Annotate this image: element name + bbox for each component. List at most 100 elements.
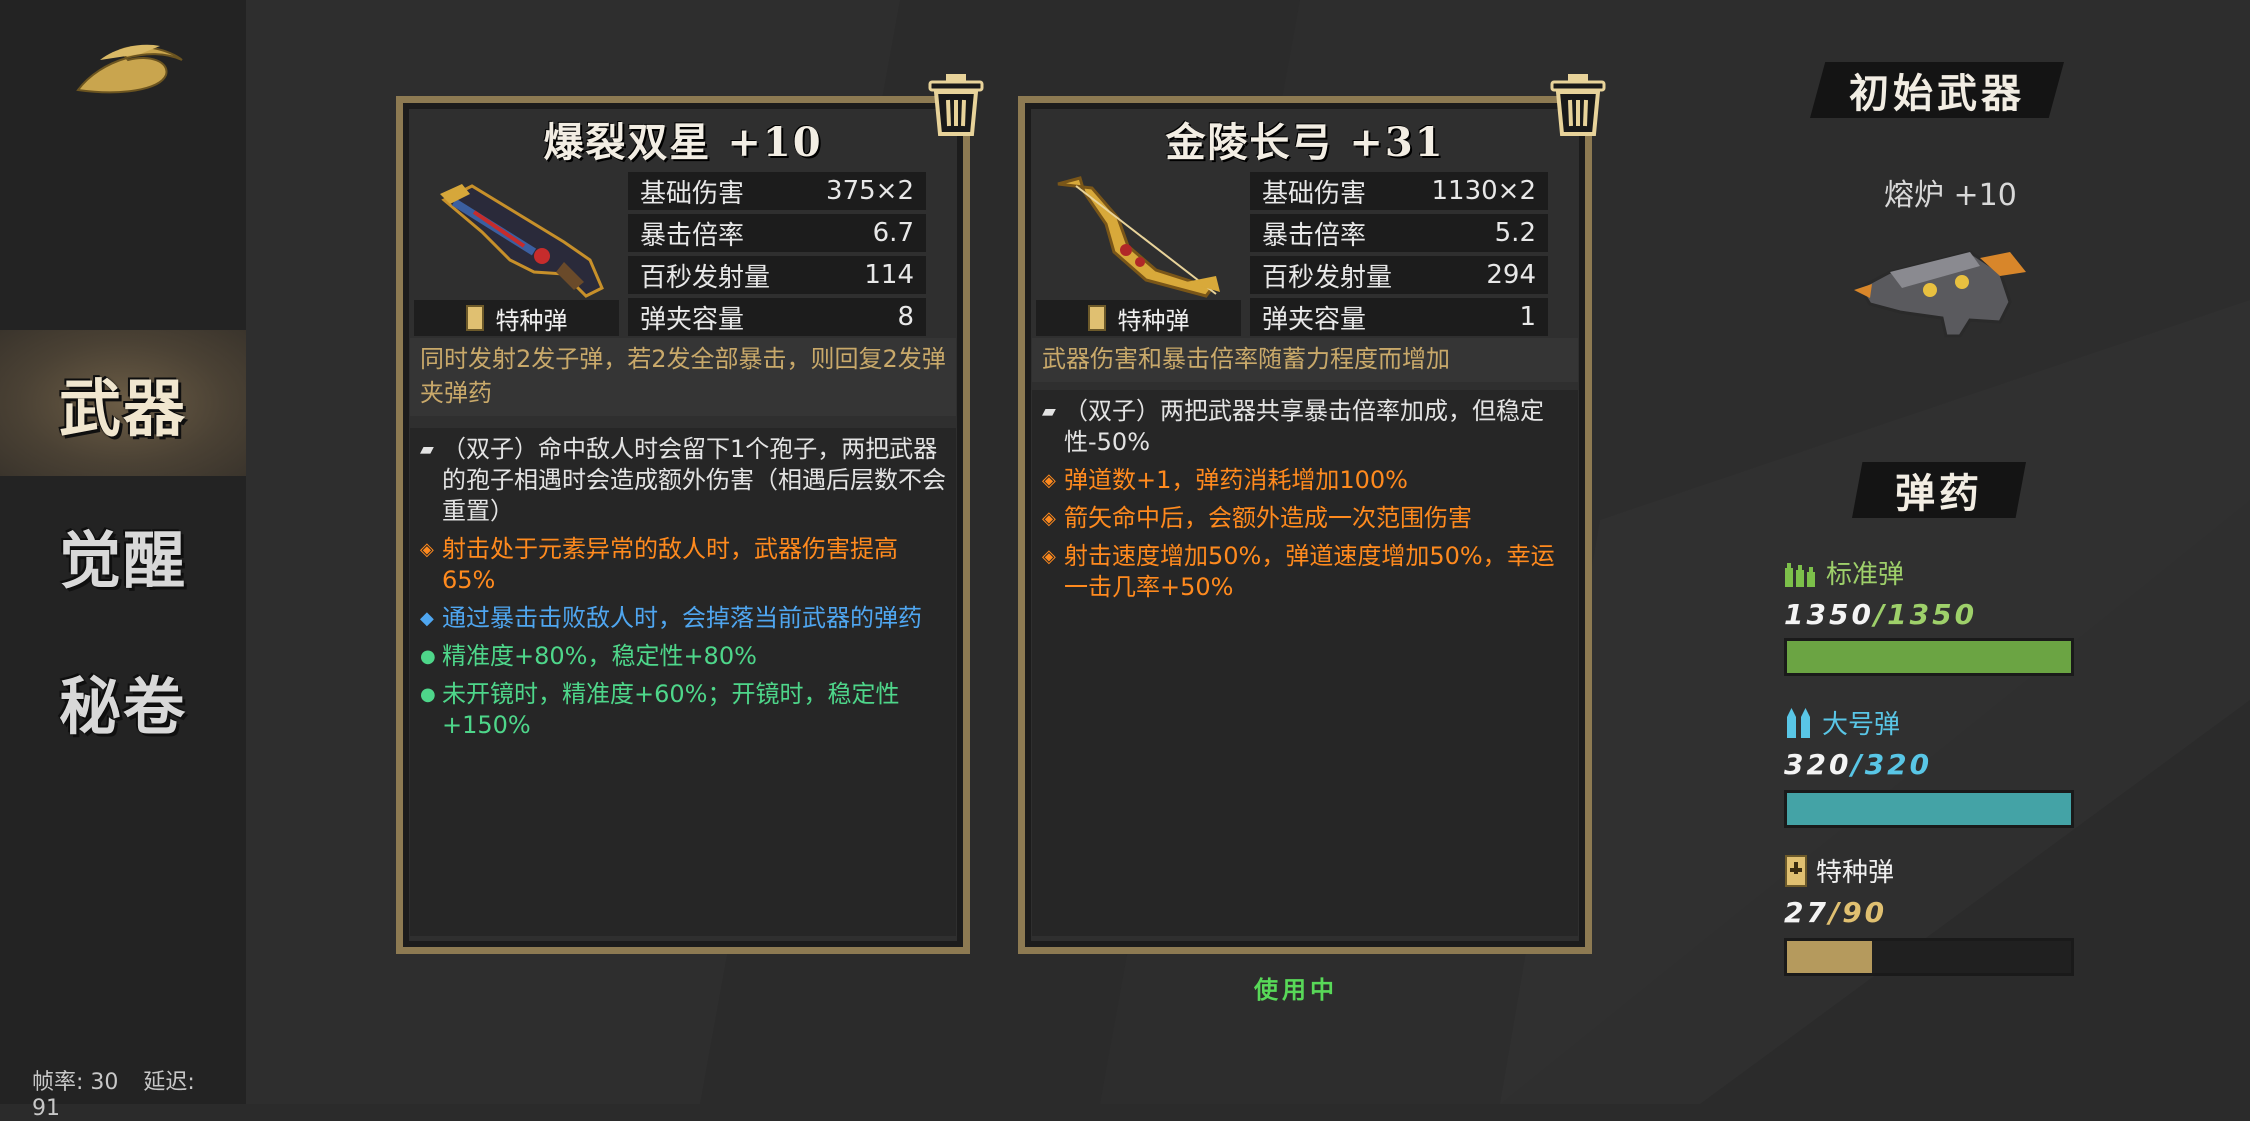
perk-item: ◈ 射击处于元素异常的敌人时，武器伤害提高65%: [420, 534, 946, 596]
special-ammo-icon: [1785, 854, 1807, 887]
stat-row: 基础伤害 1130×2: [1250, 172, 1548, 210]
ammo-label: 特种弹: [1816, 858, 1895, 888]
perk-item: ▰ （双子）两把武器共享暴击倍率加成，但稳定性-50%: [1042, 396, 1568, 458]
stat-value: 5.2: [1494, 218, 1536, 248]
perf-status: 帧率: 30 延迟: 91: [32, 1064, 246, 1121]
stat-row: 弹夹容量 8: [628, 298, 926, 336]
stat-row: 暴击倍率 5.2: [1250, 214, 1548, 252]
ammo-item-special: 特种弹: [1784, 852, 1894, 889]
ammo-bar-fill: [1787, 941, 1873, 973]
weapon-card-2[interactable]: 金陵长弓 +31 特种弹 基础伤害 1130×2 暴击倍率 5.2 百秒发射量 294…: [1018, 74, 1606, 954]
perk-text: 弹道数+1，弹药消耗增加100%: [1064, 466, 1408, 494]
perk-text: 通过暴击击败敌人时，会掉落当前武器的弹药: [442, 604, 922, 632]
golden-bow-icon: [1057, 176, 1220, 298]
stat-value: 114: [864, 260, 914, 290]
stat-row: 百秒发射量 294: [1250, 256, 1548, 294]
perk-list: ▰ （双子）两把武器共享暴击倍率加成，但稳定性-50% ◈ 弹道数+1，弹药消耗增加…: [1032, 390, 1578, 936]
nav-tab-awaken[interactable]: 觉醒: [0, 482, 246, 628]
perk-text: 未开镜时，精准度+60%；开镜时，稳定性+150%: [442, 680, 900, 739]
special-ammo-icon: [1087, 305, 1106, 331]
stat-row: 基础伤害 375×2: [628, 172, 926, 210]
special-ammo-icon: [465, 305, 484, 331]
ammo-max: 1350: [1887, 598, 1978, 631]
weapon-description: 武器伤害和暴击倍率随蓄力程度而增加: [1032, 338, 1578, 382]
stat-label: 百秒发射量: [640, 262, 771, 293]
ammo-type-label: 特种弹: [495, 306, 568, 335]
weapon-card-1[interactable]: 爆裂双星 +10 特种弹 基础伤害 375×2 暴击倍率 6.7 百秒发射量 114 …: [396, 74, 984, 954]
ammo-type-label: 特种弹: [1117, 306, 1190, 335]
stat-row: 弹夹容量 1: [1250, 298, 1548, 336]
standard-ammo-icon: [1785, 562, 1815, 587]
in-use-label: 使用中: [1254, 976, 1338, 1004]
ammo-current: 27: [1784, 896, 1829, 929]
initial-weapon-name: 熔炉 +10: [1884, 178, 2017, 213]
diamond-icon: ◈: [420, 539, 434, 560]
perk-text: （双子）两把武器共享暴击倍率加成，但稳定性-50%: [1064, 397, 1544, 456]
weapon-name: 金陵长弓 +31: [1165, 119, 1445, 166]
stats-table: 基础伤害 375×2 暴击倍率 6.7 百秒发射量 114 弹夹容量 8: [628, 172, 926, 340]
stats-table: 基础伤害 1130×2 暴击倍率 5.2 百秒发射量 294 弹夹容量 1: [1250, 172, 1548, 340]
ammo-count: 1350/1350: [1784, 598, 1978, 631]
diamond-icon: ◈: [1042, 546, 1056, 567]
diamond-icon: ◈: [1042, 470, 1056, 491]
sidebar: 武器 觉醒 秘卷 帧率: 30 延迟: 91: [0, 0, 246, 1121]
ammo-item-standard: 标准弹: [1784, 554, 1904, 591]
game-logo-icon[interactable]: [70, 20, 190, 110]
ammo-current: 1350: [1784, 598, 1874, 631]
perk-list: ▰ （双子）命中敌人时会留下1个孢子，两把武器的孢子相遇时会造成额外伤害（相遇后层…: [410, 428, 956, 936]
perk-item: ◈ 射击速度增加50%，弹道速度增加50%，幸运一击几率+50%: [1042, 541, 1568, 603]
stat-label: 百秒发射量: [1262, 262, 1393, 293]
dot-icon: ●: [420, 646, 436, 667]
stat-label: 基础伤害: [640, 178, 745, 209]
ammo-bar-fill: [1787, 793, 2071, 825]
ammo-type-tag: 特种弹: [1036, 300, 1241, 336]
stat-label: 基础伤害: [1262, 178, 1367, 209]
ammo-max: 90: [1842, 896, 1888, 929]
ammo-title: 弹药: [1895, 470, 1983, 517]
ammo-count: 27/90: [1784, 896, 1888, 929]
stat-value: 1130×2: [1431, 176, 1537, 206]
stat-label: 暴击倍率: [1262, 220, 1367, 251]
stat-value: 8: [897, 302, 914, 332]
ammo-max: 320: [1864, 748, 1933, 781]
bullet-mark-icon: ▰: [420, 439, 434, 460]
bullet-mark-icon: ▰: [1042, 401, 1056, 422]
stat-value: 294: [1486, 260, 1536, 290]
ammo-bar-large: [1784, 790, 2074, 828]
ammo-bar-standard: [1784, 638, 2074, 676]
perk-item: ◈ 弹道数+1，弹药消耗增加100%: [1042, 465, 1568, 496]
ammo-count: 320/320: [1784, 748, 1933, 781]
perk-text: 箭矢命中后，会额外造成一次范围伤害: [1064, 504, 1472, 532]
perk-item: ● 精准度+80%，稳定性+80%: [420, 641, 946, 672]
trash-icon[interactable]: [1548, 72, 1608, 138]
initial-weapon-title: 初始武器: [1849, 70, 2025, 117]
fps-readout: 帧率: 30: [32, 1070, 119, 1095]
stat-row: 暴击倍率 6.7: [628, 214, 926, 252]
ammo-banner: 弹药: [1852, 462, 2026, 518]
stat-label: 暴击倍率: [640, 220, 745, 251]
perk-text: （双子）命中敌人时会留下1个孢子，两把武器的孢子相遇时会造成额外伤害（相遇后层数…: [442, 435, 946, 525]
stat-row: 百秒发射量 114: [628, 256, 926, 294]
twin-star-gun-icon: [440, 184, 604, 298]
perk-item: ● 未开镜时，精准度+60%；开镜时，稳定性+150%: [420, 679, 946, 741]
nav-tab-scroll[interactable]: 秘卷: [0, 628, 246, 774]
ammo-type-tag: 特种弹: [414, 300, 619, 336]
ammo-label: 大号弹: [1822, 710, 1901, 740]
ammo-current: 320: [1784, 748, 1852, 781]
ammo-bar-special: [1784, 938, 2074, 976]
furnace-gun-icon[interactable]: [1850, 232, 2030, 342]
nav-tab-weapons[interactable]: 武器: [0, 330, 246, 476]
trash-icon[interactable]: [926, 72, 986, 138]
stat-label: 弹夹容量: [640, 304, 745, 335]
ammo-item-large: 大号弹: [1784, 704, 1900, 741]
stat-value: 6.7: [872, 218, 914, 248]
perk-text: 射击处于元素异常的敌人时，武器伤害提高65%: [442, 535, 898, 594]
diamond-icon: ◆: [420, 608, 434, 629]
perk-item: ◆ 通过暴击击败敌人时，会掉落当前武器的弹药: [420, 603, 946, 634]
perk-text: 精准度+80%，稳定性+80%: [442, 642, 757, 670]
perk-item: ▰ （双子）命中敌人时会留下1个孢子，两把武器的孢子相遇时会造成额外伤害（相遇后层…: [420, 434, 946, 527]
weapon-name: 爆裂双星 +10: [543, 119, 823, 166]
stat-label: 弹夹容量: [1262, 304, 1367, 335]
large-ammo-icon: [1787, 707, 1810, 738]
perk-text: 射击速度增加50%，弹道速度增加50%，幸运一击几率+50%: [1064, 542, 1555, 601]
